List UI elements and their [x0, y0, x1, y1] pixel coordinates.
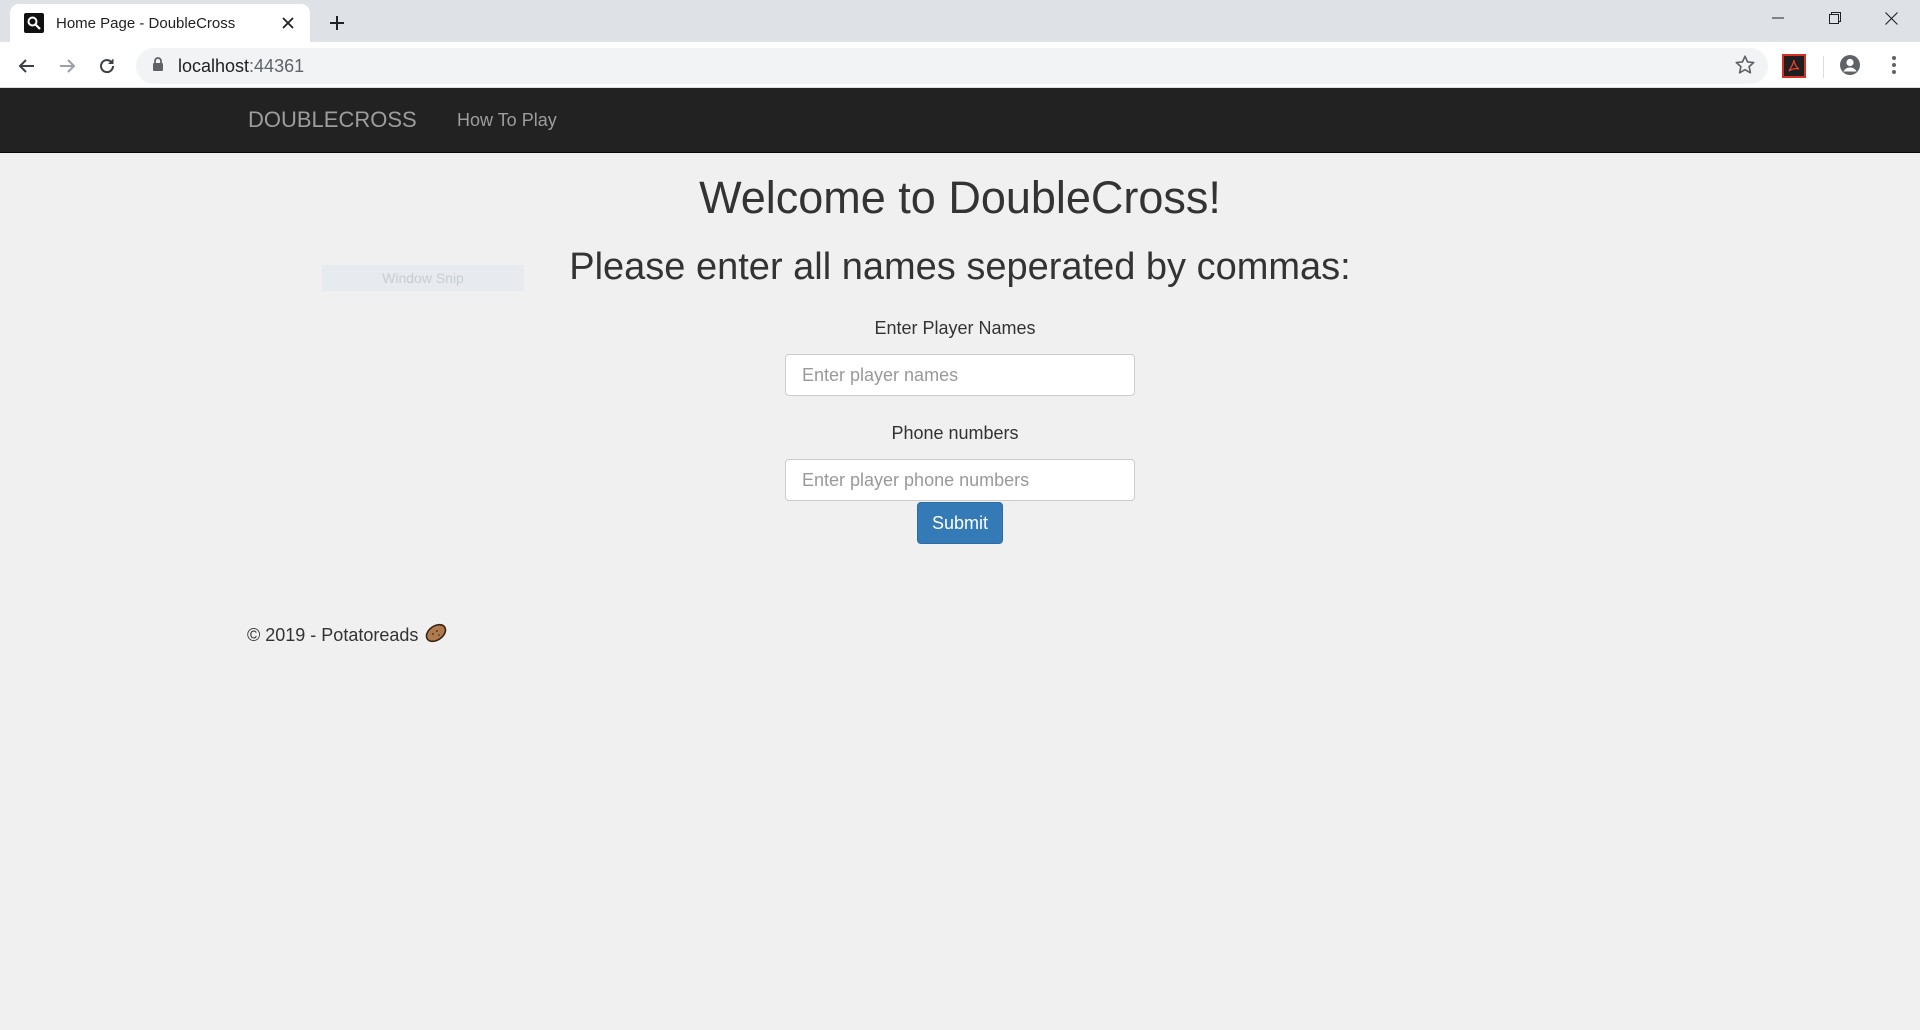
window-close-icon[interactable]: [1863, 0, 1920, 36]
pdf-extension-icon[interactable]: [1782, 54, 1806, 78]
back-icon[interactable]: [10, 49, 44, 83]
phone-numbers-input[interactable]: [785, 459, 1135, 501]
site-navbar: DOUBLECROSS How To Play: [0, 88, 1920, 153]
minimize-icon[interactable]: [1749, 0, 1806, 36]
favicon-icon: [24, 13, 44, 33]
browser-tab[interactable]: Home Page - DoubleCross: [10, 4, 310, 42]
potato-icon: [424, 622, 448, 649]
footer: © 2019 - Potatoreads: [247, 622, 448, 649]
reload-icon[interactable]: [90, 49, 124, 83]
nav-link-how-to-play[interactable]: How To Play: [457, 110, 557, 131]
forward-icon[interactable]: [50, 49, 84, 83]
profile-icon[interactable]: [1838, 53, 1862, 82]
page-subtitle: Please enter all names seperated by comm…: [569, 246, 1351, 288]
lock-icon: [152, 56, 164, 76]
copyright-text: © 2019 - Potatoreads: [247, 625, 419, 645]
close-icon[interactable]: [276, 11, 300, 35]
page-title: Welcome to DoubleCross!: [699, 172, 1221, 223]
url-host: localhost: [178, 55, 250, 76]
address-bar[interactable]: localhost:44361: [136, 48, 1768, 84]
browser-toolbar: localhost:44361: [0, 42, 1920, 88]
tab-title: Home Page - DoubleCross: [56, 14, 236, 32]
submit-button[interactable]: Submit: [917, 502, 1003, 544]
url-port: :44361: [249, 55, 305, 76]
player-names-input[interactable]: [785, 354, 1135, 396]
plus-icon[interactable]: [322, 8, 352, 38]
tab-strip: Home Page - DoubleCross: [0, 0, 1920, 42]
phone-numbers-label: Phone numbers: [891, 423, 1019, 443]
star-icon[interactable]: [1734, 54, 1756, 81]
more-icon[interactable]: [1882, 53, 1906, 82]
restore-icon[interactable]: [1806, 0, 1863, 36]
navbar-brand[interactable]: DOUBLECROSS: [248, 107, 417, 133]
player-names-label: Enter Player Names: [874, 318, 1036, 338]
toolbar-divider: [1823, 56, 1824, 78]
